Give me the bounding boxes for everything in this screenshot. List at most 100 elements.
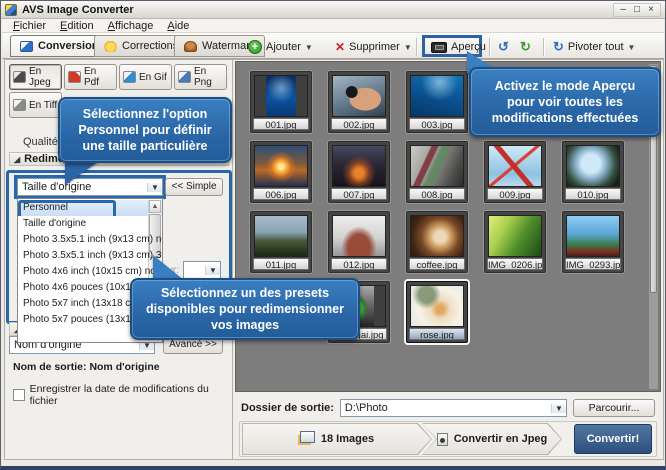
rotate-right-icon: ↻ bbox=[520, 39, 531, 55]
star-icon bbox=[104, 41, 117, 52]
thumbnail-card[interactable]: 010.jpg bbox=[562, 141, 624, 203]
thumbnail-label: IMG_0293.jpg bbox=[565, 258, 621, 270]
format-button-label: En Tiff bbox=[29, 100, 57, 111]
thumbnail-label: 010.jpg bbox=[565, 188, 621, 200]
rotate-all-caret-icon[interactable]: ▼ bbox=[628, 43, 636, 52]
thumbnail-label: 007.jpg bbox=[331, 188, 387, 200]
toolbar: Conversion Corrections Watermark + Ajout… bbox=[2, 33, 664, 59]
thumbnail-card[interactable]: 002.jpg bbox=[328, 71, 390, 133]
png-format-icon bbox=[178, 71, 191, 83]
output-folder-value: D:\Photo bbox=[341, 402, 551, 414]
add-caret-icon[interactable]: ▼ bbox=[305, 43, 313, 52]
gif-format-icon bbox=[123, 71, 136, 83]
save-date-row: Enregistrer la date de modifications du … bbox=[13, 383, 232, 407]
thumbnail-label: 009.jpg bbox=[487, 188, 543, 200]
color-combobox[interactable]: ▼ bbox=[183, 261, 221, 279]
quality-label: Qualité bbox=[23, 136, 58, 148]
stamp-icon bbox=[184, 41, 197, 52]
jpeg-format-icon bbox=[13, 71, 26, 83]
thumbnail-card[interactable]: 006.jpg bbox=[250, 141, 312, 203]
convert-button[interactable]: Convertir! bbox=[574, 424, 652, 454]
convert-action-label: Convertir en Jpeg bbox=[454, 433, 548, 445]
thumbnail-image bbox=[410, 75, 464, 117]
title-bar: AVS Image Converter – □ × bbox=[1, 1, 665, 19]
thumbnail-card[interactable]: IMG_0293.jpg bbox=[562, 211, 624, 273]
output-name-label: Nom de sortie: bbox=[13, 361, 87, 373]
thumbnail-card[interactable]: 008.jpg bbox=[406, 141, 468, 203]
thumbnail-card[interactable]: 007.jpg bbox=[328, 141, 390, 203]
format-button-png[interactable]: En Png bbox=[174, 64, 227, 90]
conversion-icon bbox=[20, 41, 33, 52]
scroll-up-icon[interactable]: ▲ bbox=[149, 200, 161, 213]
thumbnail-label: 011.jpg bbox=[253, 258, 309, 270]
app-icon bbox=[5, 4, 17, 16]
thumbnail-card[interactable]: 001.jpg bbox=[250, 71, 312, 133]
thumbnail-card[interactable]: rose.jpg bbox=[406, 281, 468, 343]
add-plus-icon: + bbox=[248, 40, 262, 54]
thumbnail-card[interactable]: 009.jpg bbox=[484, 141, 546, 203]
callout-presets: Sélectionnez un des presets disponibles … bbox=[130, 278, 360, 340]
thumbnail-card[interactable]: coffee.jpg bbox=[406, 211, 468, 273]
menu-affichage[interactable]: Affichage bbox=[102, 20, 160, 32]
delete-x-icon: ✕ bbox=[335, 40, 345, 54]
convert-action-segment: Convertir en Jpeg bbox=[422, 423, 562, 455]
thumbnail-label: 006.jpg bbox=[253, 188, 309, 200]
app-window: AVS Image Converter – □ × Fichier Editio… bbox=[0, 0, 666, 470]
output-folder-combobox[interactable]: D:\Photo ▼ bbox=[340, 399, 567, 417]
pdf-format-icon bbox=[68, 71, 81, 83]
conversion-flow-bar: 18 Images Convertir en Jpeg Convertir! bbox=[239, 421, 657, 457]
maximize-button[interactable]: □ bbox=[631, 4, 643, 16]
close-button[interactable]: × bbox=[645, 4, 657, 16]
image-count-label: 18 Images bbox=[321, 433, 374, 445]
thumbnail-label: coffee.jpg bbox=[409, 258, 465, 270]
format-button-gif[interactable]: En Gif bbox=[119, 64, 172, 90]
thumbnail-image bbox=[332, 75, 386, 117]
tab-conversion-label: Conversion bbox=[38, 40, 99, 52]
thumbnail-image bbox=[332, 145, 386, 187]
collapse-triangle-icon: ◢ bbox=[14, 155, 20, 164]
format-button-label: En Jpeg bbox=[29, 66, 58, 88]
thumbnail-card[interactable]: IMG_0206.jpg bbox=[484, 211, 546, 273]
rotate-all-label: Pivoter tout bbox=[568, 41, 624, 53]
combobox-arrow-icon[interactable]: ▼ bbox=[551, 404, 566, 413]
preset-option[interactable]: Taille d'origine bbox=[18, 216, 162, 232]
thumbnail-card[interactable]: 012.jpg bbox=[328, 211, 390, 273]
browse-button[interactable]: Parcourir... bbox=[573, 399, 655, 417]
save-date-label: Enregistrer la date de modifications du … bbox=[30, 383, 232, 407]
menu-fichier[interactable]: Fichier bbox=[7, 20, 52, 32]
thumbnail-image bbox=[566, 215, 620, 257]
thumbnail-label: 003.jpg bbox=[409, 118, 465, 130]
minimize-button[interactable]: – bbox=[617, 4, 629, 16]
format-button-jpeg[interactable]: En Jpeg bbox=[9, 64, 62, 90]
menu-bar: Fichier Edition Affichage Aide bbox=[2, 19, 664, 33]
preset-option[interactable]: Photo 3.5x5.1 inch (9x13 cm) normal bbox=[18, 232, 162, 248]
format-button-pdf[interactable]: En Pdf bbox=[64, 64, 117, 90]
combobox-arrow-icon[interactable]: ▼ bbox=[147, 183, 162, 192]
output-name-value: Nom d'origine bbox=[89, 361, 159, 373]
preset-option[interactable]: Photo 3.5x5.1 inch (9x13 cm) 300dpi bbox=[18, 248, 162, 264]
thumbnail-card[interactable]: 003.jpg bbox=[406, 71, 468, 133]
output-folder-label: Dossier de sortie: bbox=[241, 402, 334, 414]
save-date-checkbox[interactable] bbox=[13, 389, 25, 401]
thumbnail-image bbox=[254, 145, 308, 187]
thumbnail-card[interactable]: 011.jpg bbox=[250, 211, 312, 273]
images-stack-icon bbox=[300, 431, 315, 443]
add-button[interactable]: + Ajouter ▼ bbox=[245, 37, 316, 57]
delete-button[interactable]: ✕ Supprimer ▼ bbox=[332, 37, 415, 57]
output-name-line: Nom de sortie: Nom d'origine bbox=[13, 361, 160, 373]
rotate-right-button[interactable]: ↻ bbox=[517, 37, 534, 57]
menu-aide[interactable]: Aide bbox=[161, 20, 195, 32]
rotate-all-icon: ↻ bbox=[553, 39, 564, 55]
thumbnail-image bbox=[254, 75, 308, 117]
rotate-all-button[interactable]: ↻ Pivoter tout ▼ bbox=[550, 37, 638, 57]
menu-edition[interactable]: Edition bbox=[54, 20, 100, 32]
format-button-tiff[interactable]: En Tiff bbox=[9, 92, 62, 118]
delete-caret-icon[interactable]: ▼ bbox=[404, 43, 412, 52]
thumbnail-image bbox=[332, 215, 386, 257]
preset-option[interactable]: Personnel bbox=[18, 200, 162, 216]
thumbnail-image bbox=[410, 145, 464, 187]
combobox-arrow-icon[interactable]: ▼ bbox=[205, 266, 220, 275]
simple-button[interactable]: << Simple bbox=[165, 178, 223, 196]
callout-personnel: Sélectionnez l'option Personnel pour déf… bbox=[58, 97, 232, 163]
thumbnail-label: 008.jpg bbox=[409, 188, 465, 200]
